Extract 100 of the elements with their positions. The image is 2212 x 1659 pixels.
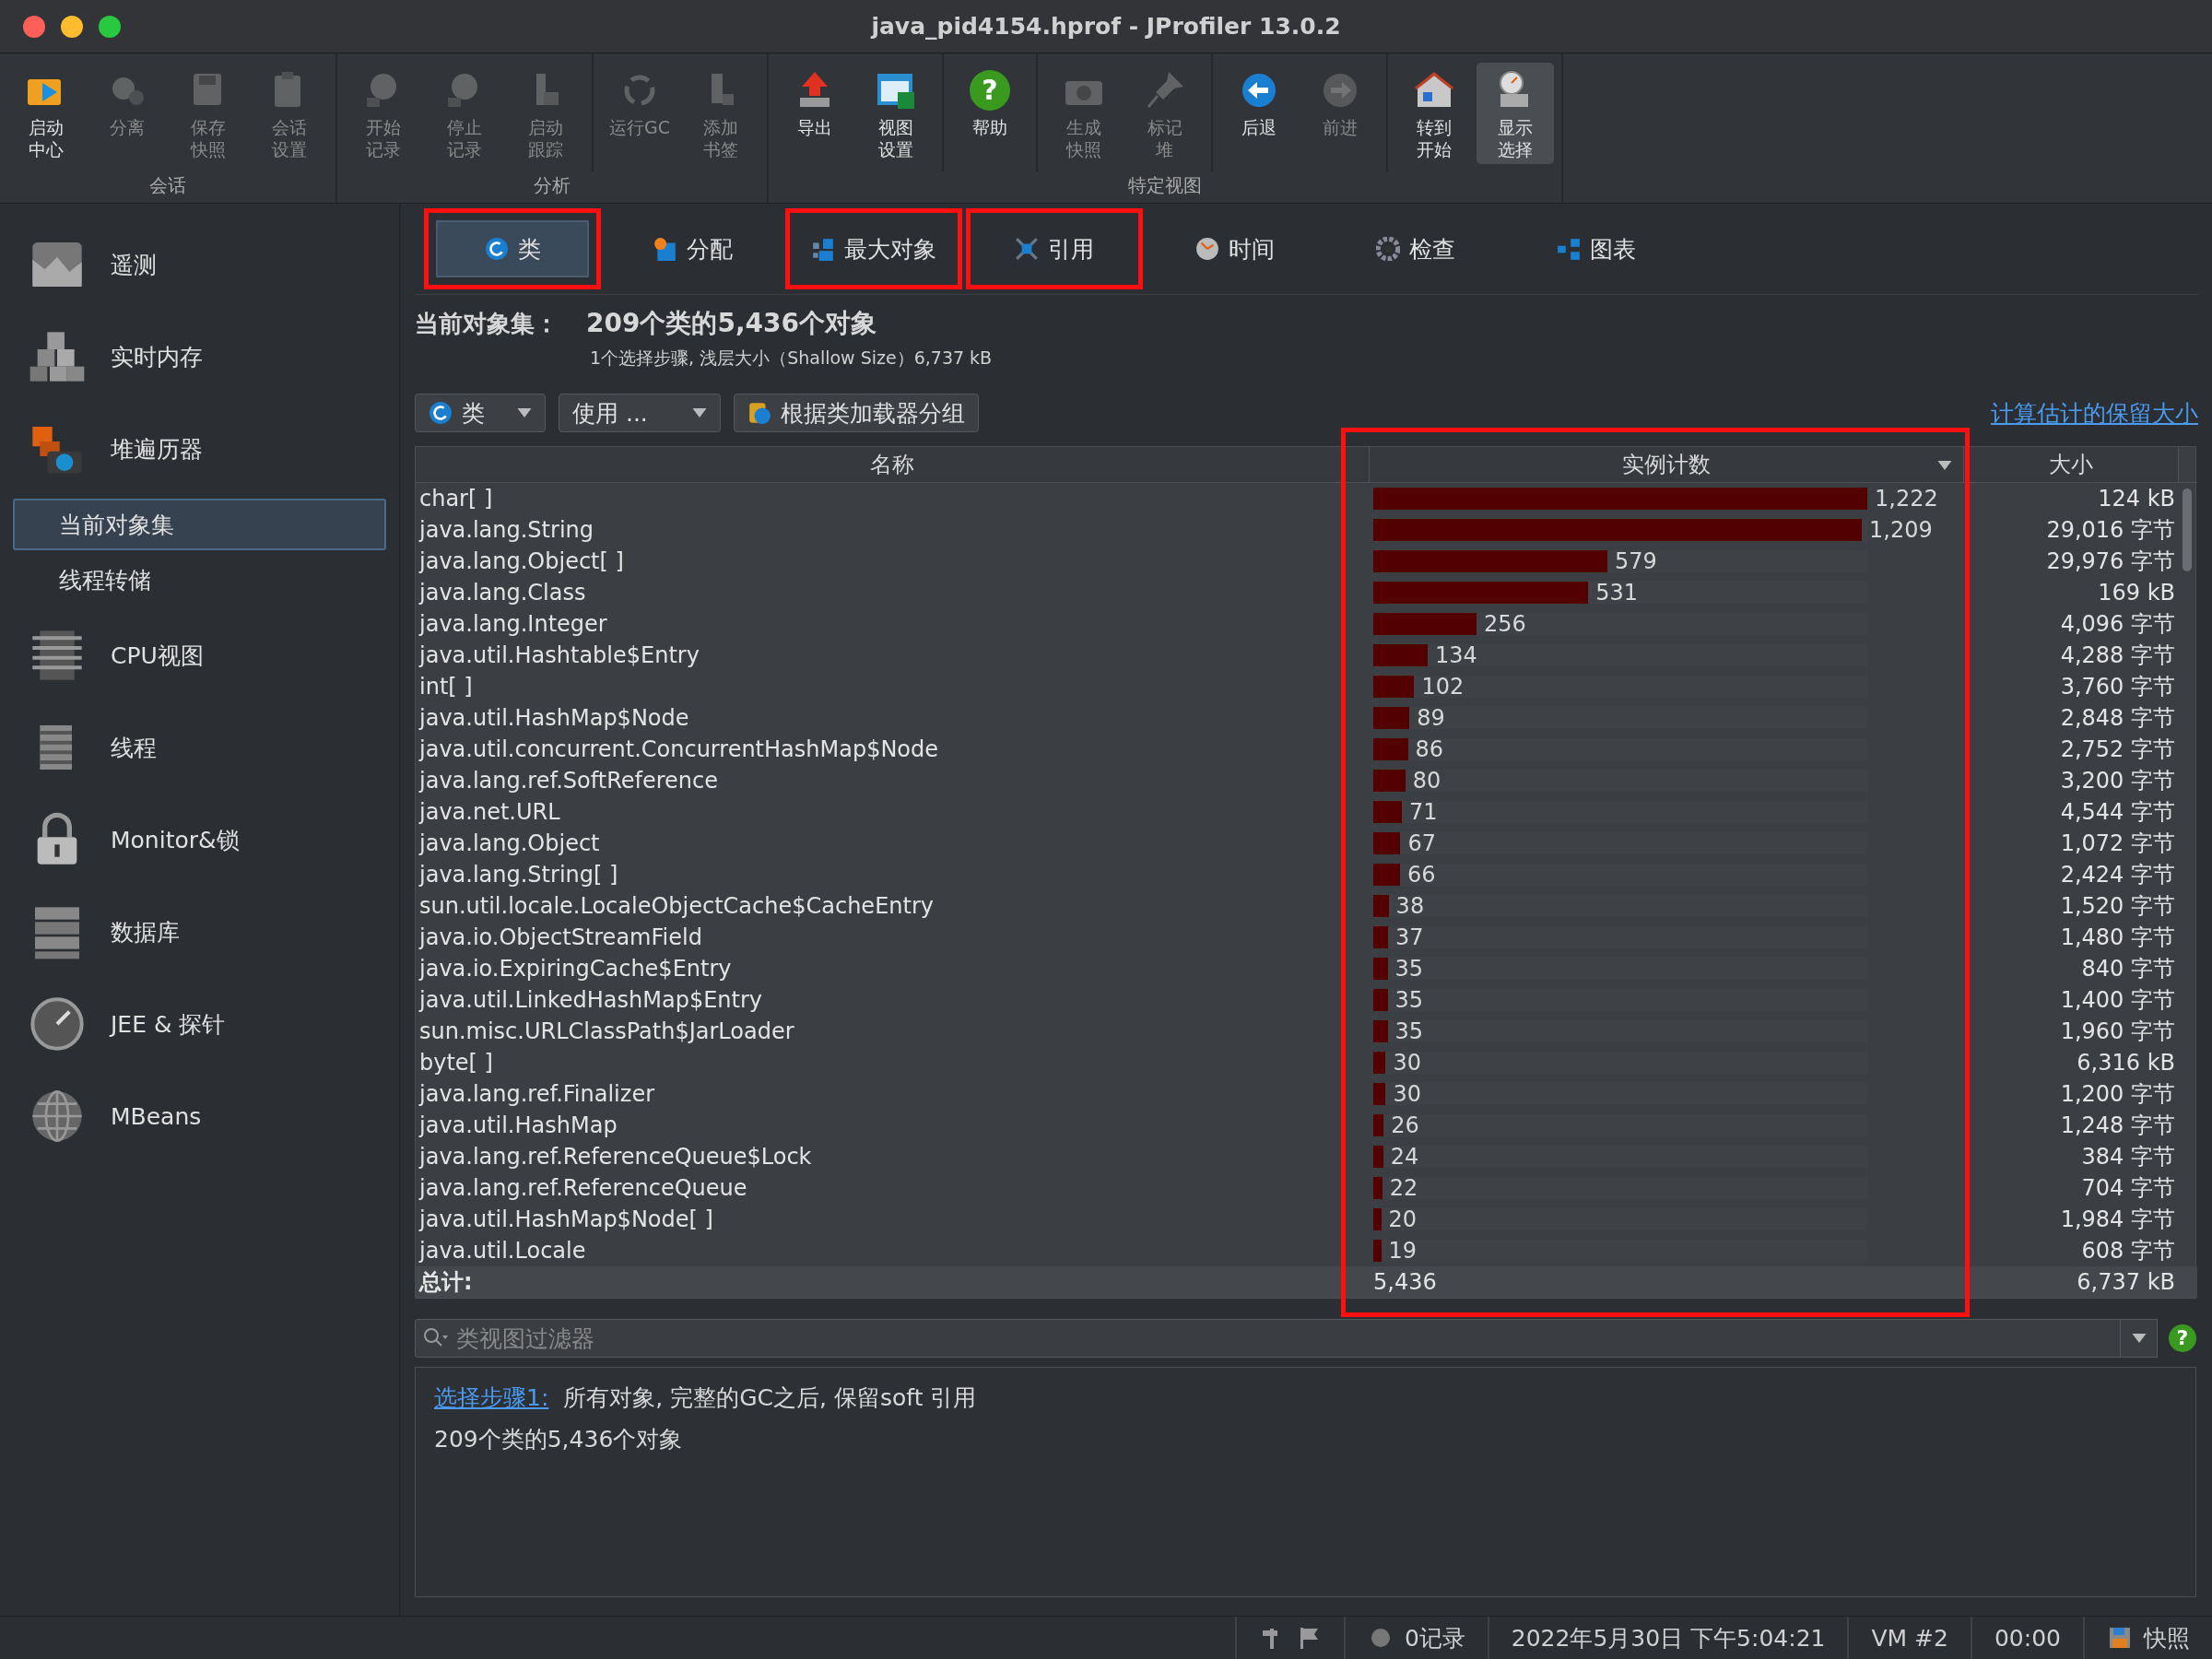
size-cell-text: 1,248 字节	[2059, 1112, 2176, 1140]
count-value: 37	[1395, 924, 1424, 950]
sidebar-item[interactable]: MBeans	[0, 1070, 399, 1162]
view-tab[interactable]: 分配	[605, 208, 782, 289]
class-dropdown[interactable]: 类	[415, 394, 546, 432]
minimize-button[interactable]	[61, 15, 83, 38]
name-column-header[interactable]: 名称	[416, 447, 1370, 483]
sidebar-item[interactable]: 线程	[0, 701, 399, 794]
class-name-cell-text: java.lang.String[ ]	[418, 861, 619, 889]
filter-field[interactable]: 类视图过滤器	[415, 1319, 2121, 1358]
size-cell-text: 2,424 字节	[2059, 861, 2176, 889]
view-tab[interactable]: 检查	[1327, 208, 1504, 289]
class-name-cell-text: byte[ ]	[418, 1049, 494, 1077]
sidebar-item[interactable]: Monitor&锁	[0, 794, 399, 886]
size-cell-text: 2,848 字节	[2059, 704, 2176, 733]
view-tab[interactable]: 时间	[1147, 208, 1324, 289]
sidebar-subitem[interactable]: 线程转储	[13, 554, 386, 606]
class-name-cell-text: java.util.HashMap$Node	[418, 704, 690, 733]
size-cell-text: 1,480 字节	[2059, 924, 2176, 952]
object-set-label: 当前对象集：	[415, 309, 559, 339]
group-by-classloader-button[interactable]: 根据类加载器分组	[734, 394, 979, 432]
count-value: 30	[1393, 1050, 1421, 1076]
sidebar-item[interactable]: JEE & 探针	[0, 978, 399, 1070]
count-value: 86	[1415, 736, 1444, 762]
toolbar-group-label: 特定视图	[1128, 174, 1202, 196]
snapshot-datetime: 2022年5月30日 下午5:04:21	[1511, 1623, 1826, 1653]
sort-icon	[1937, 461, 1952, 470]
view-tab[interactable]: 最大对象	[785, 208, 962, 289]
tab-icon	[1015, 237, 1039, 261]
view-tab[interactable]: 引用	[966, 208, 1143, 289]
total-size: 6,737 kB	[2077, 1269, 2175, 1295]
sidebar-item[interactable]: 数据库	[0, 886, 399, 978]
help-icon[interactable]: ?	[2169, 1324, 2196, 1352]
zoom-button[interactable]	[99, 15, 121, 38]
size-cell-text: 1,200 字节	[2059, 1080, 2176, 1109]
snapshot-label: 快照	[2144, 1623, 2190, 1653]
size-cell-text: 29,016 字节	[2045, 516, 2176, 545]
tab-icon	[1376, 237, 1400, 261]
sidebar-item[interactable]: 实时内存	[0, 311, 399, 403]
toolbar-button[interactable]: 转到开始	[1395, 63, 1473, 164]
class-name-cell-text: java.util.concurrent.ConcurrentHashMap$Node	[418, 735, 940, 764]
class-name-cell-text: java.util.HashMap$Node[ ]	[418, 1206, 714, 1234]
count-value: 134	[1434, 642, 1477, 668]
toolbar-button[interactable]: 后退	[1220, 63, 1298, 164]
size-cell-text: 1,520 字节	[2059, 892, 2176, 921]
count-value: 531	[1595, 580, 1638, 606]
size-cell-text: 6,316 kB	[2076, 1049, 2176, 1077]
tab-icon	[1195, 237, 1219, 261]
selection-step-text: 所有对象, 完整的GC之后, 保留soft 引用	[563, 1383, 977, 1413]
scrollbar-thumb[interactable]	[2183, 488, 2192, 571]
count-value: 24	[1390, 1144, 1419, 1170]
sidebar-item[interactable]: 遥测	[0, 218, 399, 311]
selection-step-link[interactable]: 选择步骤1:	[434, 1382, 549, 1413]
filter-dropdown-button[interactable]	[2121, 1319, 2158, 1358]
caret-icon	[692, 408, 707, 418]
class-icon	[429, 401, 453, 425]
usage-dropdown[interactable]: 使用 ...	[559, 394, 721, 432]
total-label: 总计:	[419, 1268, 473, 1297]
class-name-cell-text: java.lang.ref.ReferenceQueue$Lock	[418, 1143, 813, 1171]
size-cell-text: 3,760 字节	[2059, 673, 2176, 701]
size-cell-text: 4,544 字节	[2059, 798, 2176, 827]
size-cell-text: 608 字节	[2080, 1237, 2176, 1265]
toolbar-button[interactable]: 启动中心	[7, 63, 85, 164]
toolbar-group-label: 会话	[149, 174, 186, 196]
class-name-cell-text: java.util.Locale	[418, 1237, 587, 1265]
class-name-cell-text: char[ ]	[418, 485, 494, 513]
toolbar-button[interactable]: 显示选择	[1477, 63, 1554, 164]
vm-label: VM #2	[1871, 1624, 1948, 1652]
class-name-cell-text: java.util.HashMap	[418, 1112, 618, 1140]
toolbar-button[interactable]: 视图设置	[857, 63, 935, 164]
size-cell-text: 1,984 字节	[2059, 1206, 2176, 1234]
sidebar-item[interactable]: CPU视图	[0, 609, 399, 701]
size-cell-text: 1,400 字节	[2059, 986, 2176, 1015]
class-name-cell-text: java.lang.ref.Finalizer	[418, 1080, 655, 1109]
toolbar-button[interactable]: 导出	[776, 63, 853, 164]
count-value: 38	[1395, 893, 1425, 919]
elapsed-time: 00:00	[1994, 1624, 2061, 1652]
retained-size-link[interactable]: 计算估计的保留大小	[1991, 397, 2198, 429]
size-cell-text: 384 字节	[2080, 1143, 2176, 1171]
close-button[interactable]	[23, 15, 45, 38]
count-value: 1,222	[1875, 486, 1938, 512]
tab-icon	[484, 237, 509, 261]
class-name-cell-text: java.lang.String	[418, 516, 594, 545]
view-tab[interactable]: 类	[424, 208, 601, 289]
size-column-header[interactable]: 大小	[1964, 447, 2179, 483]
class-name-cell-text: sun.util.locale.LocaleObjectCache$CacheEntry	[418, 892, 935, 921]
selection-summary: 209个类的5,436个对象	[434, 1425, 684, 1454]
count-value: 66	[1406, 862, 1436, 888]
sidebar-subitem[interactable]: 当前对象集	[13, 499, 386, 550]
size-cell-text: 704 字节	[2080, 1174, 2176, 1203]
count-column-header[interactable]: 实例计数	[1370, 447, 1964, 483]
toolbar-button[interactable]: ? 帮助	[951, 63, 1029, 164]
class-name-cell-text: java.lang.Integer	[418, 610, 608, 639]
object-set-summary: 209个类的5,436个对象	[586, 307, 877, 340]
size-cell-text: 3,200 字节	[2059, 767, 2176, 795]
sidebar-item[interactable]: 堆遍历器	[0, 403, 399, 495]
view-tab[interactable]: 图表	[1508, 208, 1685, 289]
class-name-cell-text: java.io.ExpiringCache$Entry	[418, 955, 733, 983]
size-cell-text: 4,288 字节	[2059, 641, 2176, 670]
size-cell-text: 4,096 字节	[2059, 610, 2176, 639]
